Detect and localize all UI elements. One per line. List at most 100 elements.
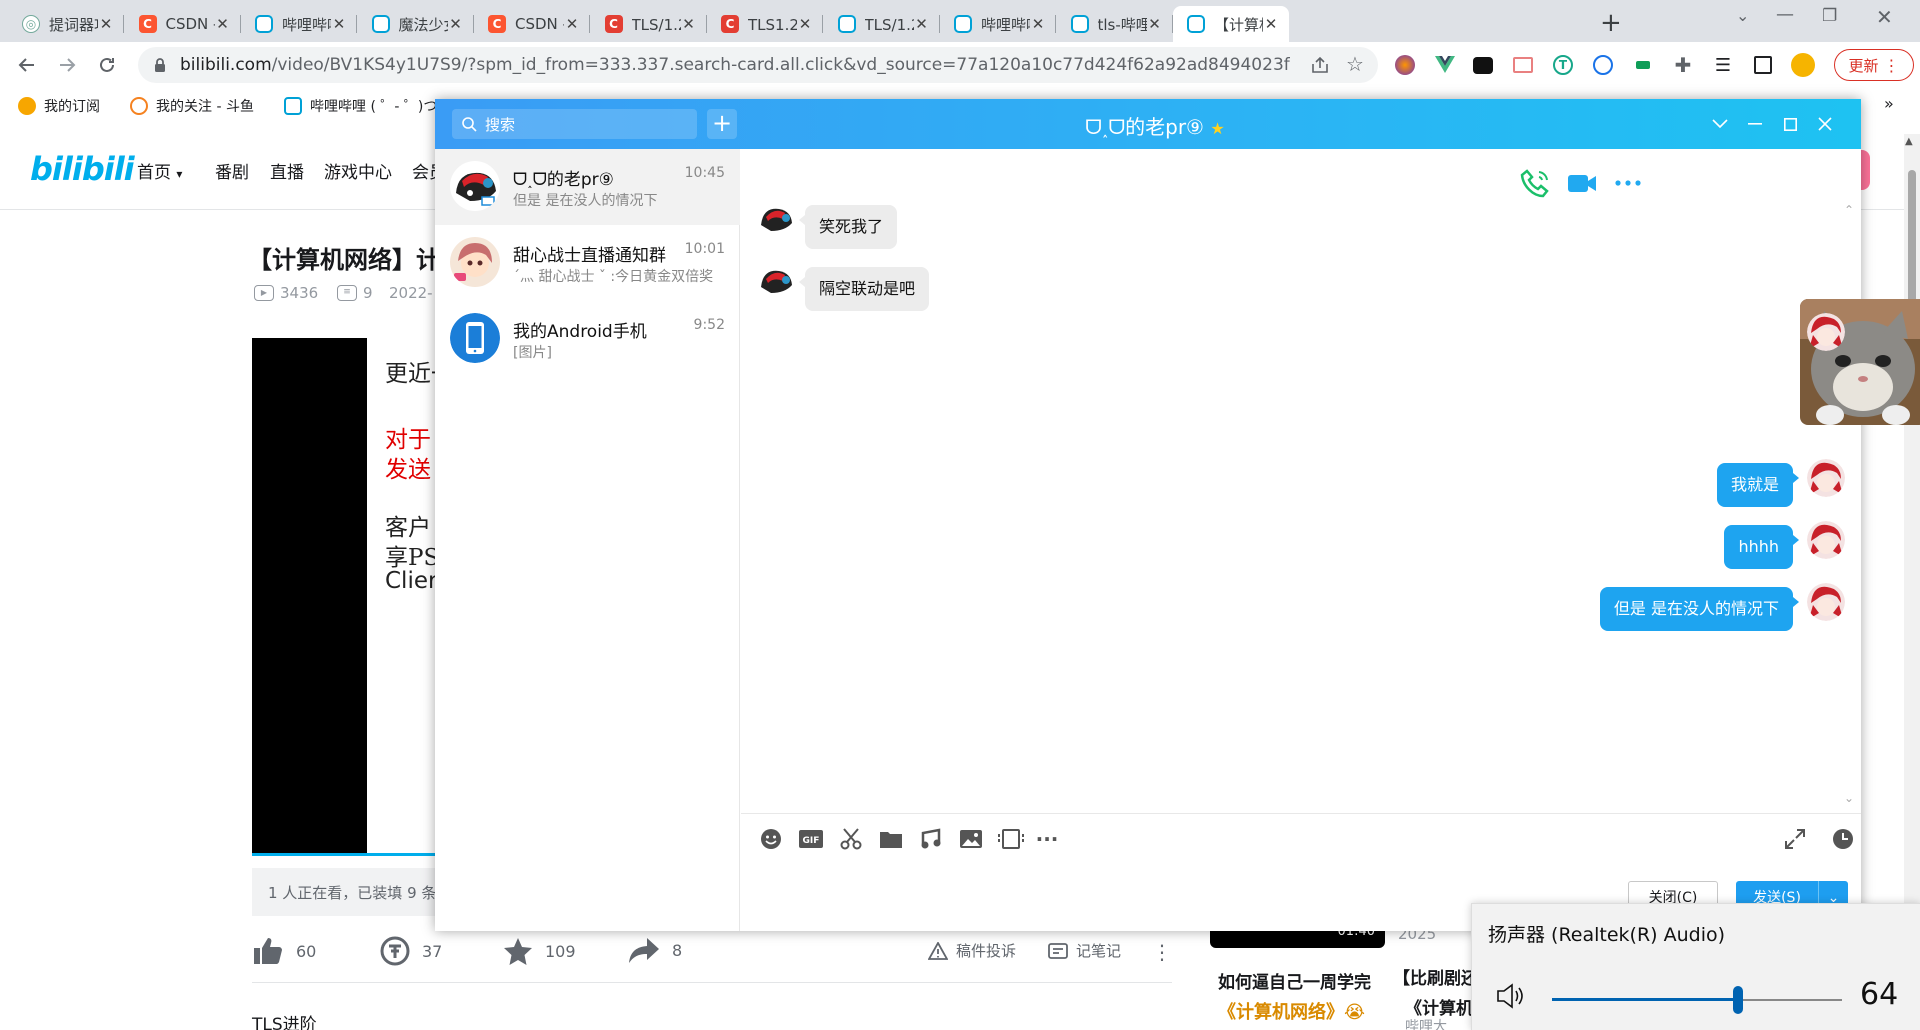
favorite-button[interactable]: 109	[503, 936, 576, 966]
speaker-icon[interactable]	[1496, 982, 1526, 1010]
browser-tab[interactable]: TLS/1.2和✕	[824, 6, 940, 42]
nav-live[interactable]: 直播	[270, 158, 304, 183]
more-options-icon[interactable]	[1611, 166, 1645, 200]
tab-close-icon[interactable]: ✕	[681, 15, 697, 33]
browser-tab[interactable]: C CSDN - ✕	[125, 6, 241, 42]
reading-list-icon[interactable]: ☰	[1710, 52, 1736, 78]
back-icon[interactable]	[14, 52, 40, 78]
maximize-icon[interactable]	[1777, 111, 1803, 137]
tab-search-icon[interactable]: ⌄	[1736, 6, 1749, 25]
music-icon[interactable]	[917, 825, 945, 853]
history-clock-icon[interactable]	[1829, 825, 1857, 853]
gif-icon[interactable]: GIF	[797, 825, 825, 853]
forward-icon[interactable]	[54, 52, 80, 78]
nav-home[interactable]: 首页 ▾	[137, 158, 182, 183]
incoming-message[interactable]: 隔空联动是吧	[798, 267, 930, 311]
tab-close-icon[interactable]: ✕	[1147, 15, 1163, 33]
tab-close-icon[interactable]: ✕	[1030, 15, 1046, 33]
video-progress-bar[interactable]	[252, 853, 437, 856]
video-player[interactable]	[252, 338, 367, 856]
outgoing-message[interactable]: hhhh	[1724, 525, 1799, 569]
tab-close-icon[interactable]: ✕	[215, 15, 231, 33]
scroll-down-arrow[interactable]: ⌄	[1844, 791, 1854, 805]
browser-tab[interactable]: 哔哩哔哩✕	[241, 6, 357, 42]
minimize-icon[interactable]	[1742, 111, 1768, 137]
new-tab-button[interactable]: +	[1600, 8, 1622, 38]
like-button[interactable]: 60	[252, 936, 316, 966]
tab-close-icon[interactable]: ✕	[98, 15, 114, 33]
share-button[interactable]: 8	[628, 936, 682, 964]
window-minimize-button[interactable]: —	[1776, 4, 1794, 25]
scroll-up-arrow[interactable]: ▲	[1905, 136, 1913, 147]
conversation-item[interactable]: ᗜ˰ᗜ的老pr⑨ 10:45 但是 是在没人的情况下	[435, 149, 740, 225]
add-button[interactable]: +	[707, 109, 737, 139]
profile-avatar[interactable]	[1790, 52, 1816, 78]
extension-reader-icon[interactable]	[1510, 52, 1536, 78]
tab-close-icon[interactable]: ✕	[331, 15, 347, 33]
audio-device-name[interactable]: 扬声器 (Realtek(R) Audio)	[1488, 920, 1725, 947]
conversation-item[interactable]: 甜心战士直播通知群 10:01 ˊ灬 甜心战士 ˇ :今日黄金双倍奖	[435, 225, 740, 301]
bookmark-subscriptions[interactable]: 我的订阅	[18, 96, 100, 116]
voice-call-icon[interactable]	[1519, 166, 1553, 200]
outgoing-message[interactable]: 但是 是在没人的情况下	[1599, 587, 1800, 631]
browser-tab[interactable]: C TLS1.2 和✕	[707, 6, 823, 42]
reload-icon[interactable]	[94, 52, 120, 78]
nav-anime[interactable]: 番剧	[215, 158, 249, 183]
close-icon[interactable]	[1812, 111, 1838, 137]
tab-close-icon[interactable]: ✕	[564, 15, 580, 33]
image-icon[interactable]	[957, 825, 985, 853]
emoji-icon[interactable]	[757, 825, 785, 853]
browser-update-button[interactable]: 更新 ⋮	[1834, 49, 1914, 81]
screen-share-icon[interactable]	[997, 825, 1025, 853]
browser-tab[interactable]: tls-哔哩哔✕	[1057, 6, 1173, 42]
window-restore-button[interactable]: ❐	[1822, 6, 1837, 26]
video-tag[interactable]: TLS进阶	[252, 1010, 317, 1030]
recommend-card-title[interactable]: 如何逼自己一周学完 《计算机网络》😭	[1218, 968, 1371, 1028]
tab-close-icon[interactable]: ✕	[797, 15, 813, 33]
browser-tab[interactable]: ◎ 提词器功✕	[8, 6, 124, 42]
conversation-item[interactable]: 我的Android手机 9:52 [图片]	[435, 301, 740, 377]
volume-slider-thumb[interactable]	[1732, 986, 1743, 1014]
browser-tab[interactable]: 【计算机✕	[1173, 6, 1289, 42]
notes-button[interactable]: 记笔记	[1048, 940, 1121, 961]
side-panel-icon[interactable]	[1750, 52, 1776, 78]
browser-tab[interactable]: 哔哩哔哩✕	[940, 6, 1056, 42]
tab-close-icon[interactable]: ✕	[914, 15, 930, 33]
tab-close-icon[interactable]: ✕	[1263, 15, 1279, 33]
extension-vue-icon[interactable]	[1432, 52, 1458, 78]
more-tools-icon[interactable]: ···	[1033, 825, 1061, 853]
tab-close-icon[interactable]: ✕	[448, 15, 464, 33]
report-button[interactable]: 稿件投诉	[928, 940, 1016, 961]
bookmark-bilibili[interactable]: 哔哩哔哩 ( ゜- ゜)つ	[284, 96, 437, 116]
recommend-card-title[interactable]: 【比刷剧还 《计算机	[1393, 964, 1478, 1024]
nav-game-center[interactable]: 游戏中心	[324, 158, 392, 183]
extension-sync-icon[interactable]	[1590, 52, 1616, 78]
chevron-down-icon[interactable]	[1707, 111, 1733, 137]
outgoing-message[interactable]: 我就是	[1716, 463, 1800, 507]
video-call-icon[interactable]	[1565, 166, 1599, 200]
qq-search-input[interactable]: 搜索	[452, 109, 697, 139]
scroll-up-arrow[interactable]: ⌃	[1844, 203, 1854, 217]
extension-green-icon[interactable]	[1630, 52, 1656, 78]
browser-tab[interactable]: C CSDN - ✕	[474, 6, 590, 42]
folder-icon[interactable]	[877, 825, 905, 853]
more-bookmarks-icon[interactable]: »	[1884, 94, 1894, 113]
address-bar[interactable]: bilibili.com/video/BV1KS4y1U7S9/?spm_id_…	[138, 47, 1378, 83]
expand-icon[interactable]	[1781, 825, 1809, 853]
extension-firefox-icon[interactable]	[1392, 52, 1418, 78]
more-actions-icon[interactable]: ⋮	[1152, 940, 1172, 964]
browser-tab[interactable]: 魔法少女✕	[358, 6, 474, 42]
share-icon[interactable]	[1310, 55, 1330, 75]
qq-title-bar[interactable]: 搜索 + ᗜ˰ᗜ的老pr⑨ ★	[435, 99, 1861, 149]
bookmark-douyu[interactable]: 我的关注 - 斗鱼	[130, 96, 254, 116]
window-close-button[interactable]: ✕	[1876, 5, 1893, 29]
bilibili-logo[interactable]: bilibili	[30, 150, 135, 188]
extension-bilibili-icon[interactable]	[1470, 52, 1496, 78]
incoming-message[interactable]: 笑死我了	[798, 205, 898, 249]
extensions-puzzle-icon[interactable]: ✚	[1670, 52, 1696, 78]
bookmark-star-icon[interactable]: ☆	[1346, 52, 1364, 76]
coin-button[interactable]: 37	[380, 936, 442, 966]
scissors-icon[interactable]	[837, 825, 865, 853]
browser-tab[interactable]: C TLS/1.2和✕	[591, 6, 707, 42]
extension-translate-icon[interactable]: T	[1550, 52, 1576, 78]
